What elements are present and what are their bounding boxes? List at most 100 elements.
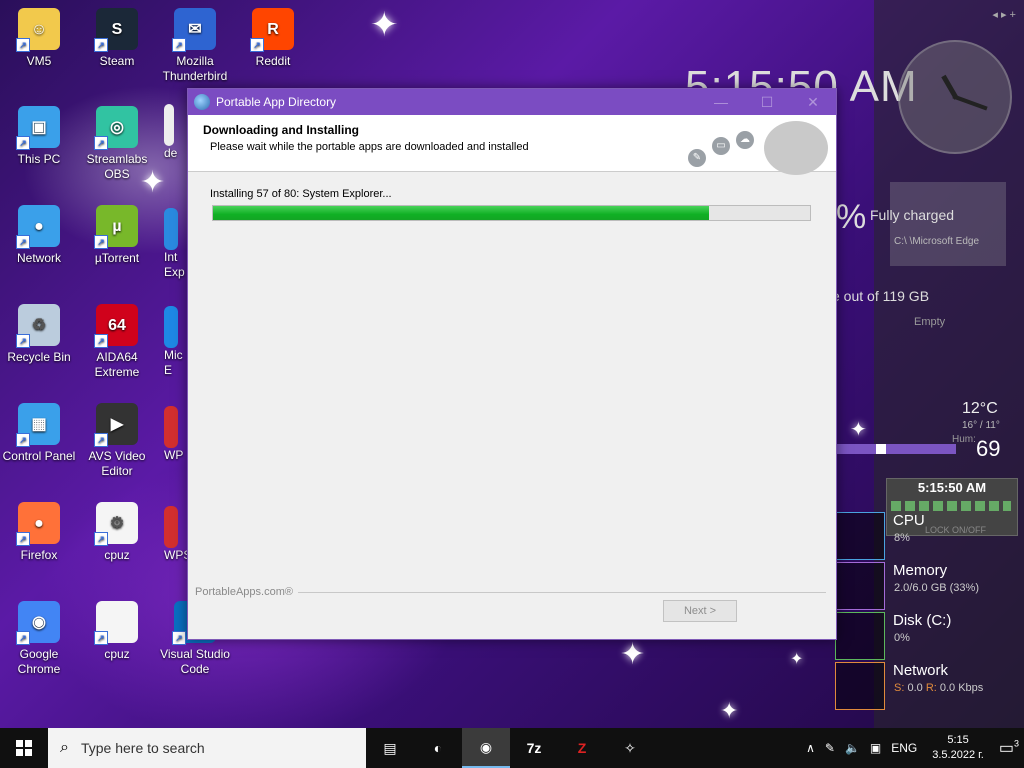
footer-divider <box>298 592 826 593</box>
shortcut-arrow-icon: ↗ <box>16 631 30 645</box>
desktop-icon[interactable]: ♻ ↗ Recycle Bin <box>0 304 78 365</box>
progress-fill <box>213 206 709 220</box>
portableapps-taskbar-icon[interactable]: ◉ <box>462 728 510 768</box>
next-button[interactable]: Next > <box>663 600 737 622</box>
system-tray: ∧ ✎ 🔈 ▣ ENG 5:15 3.5.2022 г. ▭3 <box>801 728 1024 768</box>
shortcut-arrow-icon: ↗ <box>94 38 108 52</box>
app-icon: µ ↗ <box>94 205 138 249</box>
app-icon: ◉ ↗ <box>16 601 60 645</box>
desktop-icon-label: AVS Video Editor <box>88 449 146 478</box>
perf-memory: Memory 2.0/6.0 GB (33%) <box>820 562 1024 610</box>
desktop-icon[interactable]: 64 ↗ AIDA64 Extreme <box>78 304 156 380</box>
desktop-icon-label: Streamlabs OBS <box>86 152 148 181</box>
app-icon: S ↗ <box>94 8 138 52</box>
clock-time: 5:15 <box>947 734 969 746</box>
desktop-icon[interactable]: ▣ ↗ This PC <box>0 106 78 167</box>
desktop-icon-partial[interactable]: Int Exp <box>164 208 188 280</box>
desktop-icon-partial[interactable]: WP <box>164 406 188 463</box>
battery-status: Fully charged <box>870 207 955 223</box>
shortcut-arrow-icon: ↗ <box>16 334 30 348</box>
desktop-icon-partial[interactable]: Mic E <box>164 306 188 378</box>
desktop-icon[interactable]: ↗ cpuz <box>78 601 156 662</box>
desktop-icon[interactable]: ◉ ↗ Google Chrome <box>0 601 78 677</box>
close-button[interactable]: ✕ <box>790 94 836 111</box>
shortcut-arrow-icon: ↗ <box>94 631 108 645</box>
desktop-icon[interactable]: ⚙ ↗ cpuz <box>78 502 156 563</box>
desktop-icon-label: cpuz <box>104 548 130 562</box>
shortcut-arrow-icon: ↗ <box>250 38 264 52</box>
desktop-icon[interactable]: S ↗ Steam <box>78 8 156 69</box>
wps-icon <box>164 506 178 548</box>
desktop-icon[interactable]: ▶ ↗ AVS Video Editor <box>78 403 156 479</box>
desktop-icon[interactable]: ● ↗ Network <box>0 205 78 266</box>
desktop-icon-label: This PC <box>17 152 61 166</box>
desktop-icon[interactable]: ● ↗ Firefox <box>0 502 78 563</box>
desktop-icon-partial[interactable]: WPS <box>164 506 191 563</box>
desktop-icon[interactable]: µ ↗ µTorrent <box>78 205 156 266</box>
header-subtitle: Please wait while the portable apps are … <box>210 141 529 153</box>
start-button[interactable] <box>0 728 48 768</box>
app-icon: ▦ ↗ <box>16 403 60 447</box>
analog-clock <box>898 40 1012 154</box>
app-icon: 64 ↗ <box>94 304 138 348</box>
perf-name: Memory <box>893 562 948 579</box>
shortcut-arrow-icon: ↗ <box>16 532 30 546</box>
desktop-icon[interactable]: ◎ ↗ Streamlabs OBS <box>78 106 156 182</box>
temperature: 12°C <box>962 400 998 417</box>
task-view-icon[interactable]: ▤ <box>366 728 414 768</box>
shortcut-arrow-icon: ↗ <box>94 433 108 447</box>
memory-graph <box>835 562 885 610</box>
portableapps-icon <box>194 94 210 110</box>
sparkle: ✦ <box>850 419 867 441</box>
app-icon: ▣ ↗ <box>16 106 60 150</box>
dialog-title: Portable App Directory <box>216 95 337 109</box>
volume-icon[interactable]: 🔈 <box>845 741 860 755</box>
desktop-icon-label: Control Panel <box>2 449 76 463</box>
notification-icon[interactable]: ▭3 <box>999 738 1019 758</box>
desktop-icon-label: Steam <box>99 54 135 68</box>
app-icon: ↗ <box>94 601 138 645</box>
search-icon: ⌕ <box>60 739 69 756</box>
header-title: Downloading and Installing <box>203 123 359 137</box>
search-box[interactable]: ⌕ Type here to search <box>48 728 366 768</box>
app-icon: ● ↗ <box>16 502 60 546</box>
perf-cpu: CPU 8% <box>820 512 1024 560</box>
language-indicator[interactable]: ENG <box>891 741 917 755</box>
title-bar[interactable]: Portable App Directory — ☐ ✕ <box>188 89 836 115</box>
disk-space: e out of 119 GB <box>832 288 930 304</box>
steam-taskbar-icon[interactable]: ◐ <box>414 728 462 768</box>
feather-icon[interactable]: ✎ <box>825 741 835 755</box>
app-icon: ☺ ↗ <box>16 8 60 52</box>
network-icon[interactable]: ▣ <box>870 741 881 755</box>
desktop-icon[interactable]: R ↗ Reddit <box>234 8 312 69</box>
portable-app-directory-dialog: Portable App Directory — ☐ ✕ Downloading… <box>187 88 837 640</box>
document-icon <box>164 104 174 146</box>
tray-chevron-icon[interactable]: ∧ <box>806 741 815 755</box>
app-icon: ✉ ↗ <box>172 8 216 52</box>
desktop-icon-label: VM5 <box>26 54 52 68</box>
windows-icon <box>16 740 32 756</box>
shortcut-arrow-icon: ↗ <box>16 38 30 52</box>
filezilla-taskbar-icon[interactable]: Z <box>558 728 606 768</box>
edge-path: C:\ \Microsoft Edge <box>894 236 980 247</box>
maximize-button[interactable]: ☐ <box>744 94 790 111</box>
cloud-icon: ☁ <box>736 131 754 149</box>
volume-level: 69 <box>976 436 1001 461</box>
desktop-icon[interactable]: ☺ ↗ VM5 <box>0 8 78 69</box>
desktop-icon-partial[interactable]: de <box>164 104 188 161</box>
minimize-button[interactable]: — <box>698 94 744 111</box>
volume-bar[interactable] <box>836 444 956 454</box>
dialog-header: Downloading and Installing Please wait w… <box>188 115 836 175</box>
desktop-icon-label: WP <box>164 448 184 462</box>
app-taskbar-icon[interactable]: ✧ <box>606 728 654 768</box>
ie-icon <box>164 208 178 250</box>
widget-nav[interactable]: ◂ ▸ + <box>992 8 1016 21</box>
shortcut-arrow-icon: ↗ <box>94 136 108 150</box>
desktop-icon[interactable]: ✉ ↗ Mozilla Thunderbird <box>156 8 234 84</box>
taskbar-clock[interactable]: 5:15 3.5.2022 г. <box>932 733 984 763</box>
7zip-taskbar-icon[interactable]: 7z <box>510 728 558 768</box>
desktop-icon[interactable]: ▦ ↗ Control Panel <box>0 403 78 464</box>
laptop-icon: ▭ <box>712 137 730 155</box>
app-icon: ● ↗ <box>16 205 60 249</box>
desktop-icon-label: µTorrent <box>94 251 140 265</box>
